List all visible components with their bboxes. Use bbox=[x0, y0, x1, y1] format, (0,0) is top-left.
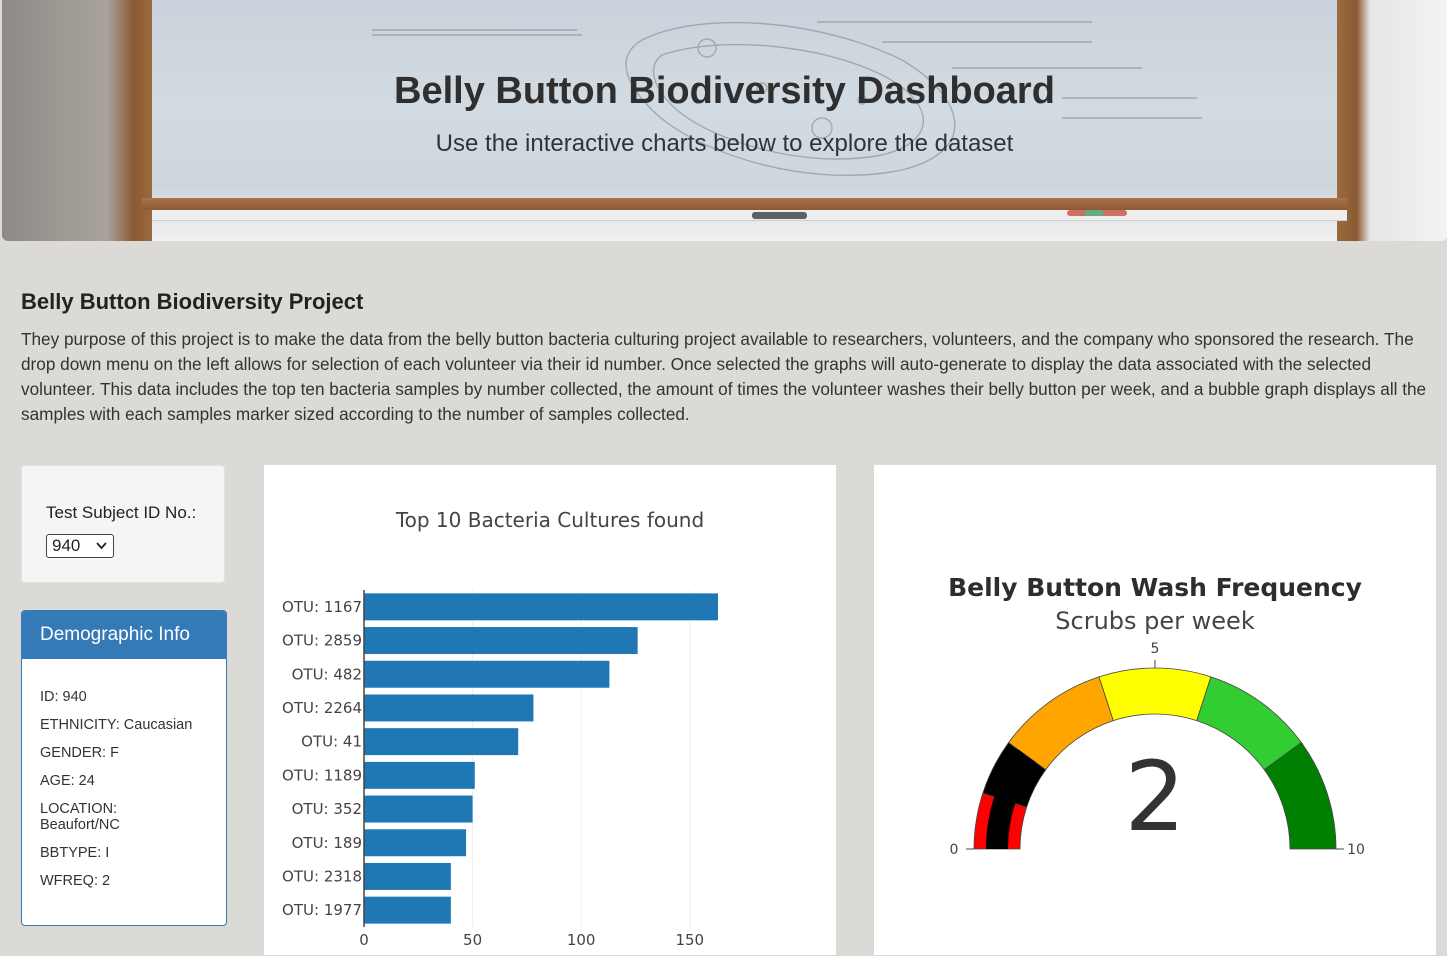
bar-chart-y-tick-label: OTU: 482 bbox=[292, 665, 362, 683]
demo-ethnicity: ETHNICITY: Caucasian bbox=[40, 717, 193, 733]
bar-chart-y-tick-label: OTU: 352 bbox=[292, 800, 362, 818]
demographic-info-heading: Demographic Info bbox=[22, 611, 226, 659]
subject-id-value: 940 bbox=[52, 536, 81, 555]
bar-chart-y-tick-label: OTU: 1167 bbox=[282, 598, 362, 616]
bar-chart-y-tick-label: OTU: 189 bbox=[292, 834, 362, 852]
bar-chart-bar[interactable] bbox=[364, 593, 718, 621]
bar-chart-bar[interactable] bbox=[364, 728, 519, 756]
gauge-tick-label: 0 bbox=[950, 842, 959, 858]
gauge-tick-label: 10 bbox=[1347, 842, 1365, 858]
demo-wfreq: WFREQ: 2 bbox=[40, 873, 111, 889]
bar-chart-x-tick-label: 0 bbox=[359, 931, 369, 949]
bar-chart-y-tick-label: OTU: 41 bbox=[301, 733, 362, 751]
gauge-value: 2 bbox=[1124, 741, 1185, 853]
bar-chart-x-tick-label: 50 bbox=[463, 931, 482, 949]
gauge-band bbox=[1098, 667, 1212, 722]
bar-chart-bar[interactable] bbox=[364, 761, 475, 789]
whiteboard-frame-bottom bbox=[142, 198, 1347, 210]
bar-chart-y-tick-label: OTU: 2264 bbox=[282, 699, 362, 717]
whiteboard-tray bbox=[152, 210, 1347, 221]
demo-location: LOCATION: Beaufort/NC bbox=[40, 801, 120, 833]
demo-age: AGE: 24 bbox=[40, 773, 95, 789]
bar-chart-bar[interactable] bbox=[364, 627, 638, 655]
demographic-info-panel: Demographic Info ID: 940 ETHNICITY: Cauc… bbox=[21, 610, 227, 926]
demographic-info-body: ID: 940 ETHNICITY: Caucasian GENDER: F A… bbox=[22, 659, 226, 889]
bar-chart-bar[interactable] bbox=[364, 694, 534, 722]
page-subtitle: Use the interactive charts below to expl… bbox=[435, 130, 1014, 157]
bar-chart-bar[interactable] bbox=[364, 862, 451, 890]
marker-image bbox=[752, 212, 807, 219]
bar-chart-bar[interactable] bbox=[364, 795, 473, 823]
project-description: They purpose of this project is to make … bbox=[21, 329, 1427, 424]
marker-image bbox=[1067, 210, 1127, 216]
subject-selector-label: Test Subject ID No.: bbox=[46, 503, 197, 522]
demo-gender: GENDER: F bbox=[40, 745, 119, 761]
chevron-down-icon bbox=[96, 535, 107, 564]
bar-chart-y-tick-label: OTU: 1977 bbox=[282, 901, 362, 919]
wash-frequency-gauge[interactable]: Belly Button Wash Frequency Scrubs per w… bbox=[874, 465, 1436, 951]
demo-id: ID: 940 bbox=[40, 689, 87, 705]
demo-bbtype: BBTYPE: I bbox=[40, 845, 110, 861]
subject-id-dropdown[interactable]: 940 bbox=[46, 534, 114, 558]
subject-selector-card: Test Subject ID No.: 940 bbox=[21, 465, 225, 583]
bar-chart-y-tick-label: OTU: 2859 bbox=[282, 632, 362, 650]
bar-chart-x-tick-label: 100 bbox=[567, 931, 596, 949]
gauge-subtitle: Scrubs per week bbox=[1055, 607, 1255, 635]
page-title: Belly Button Biodiversity Dashboard bbox=[394, 70, 1055, 112]
bar-chart-y-tick-label: OTU: 1189 bbox=[282, 766, 362, 784]
bar-chart-y-tick-label: OTU: 2318 bbox=[282, 867, 362, 885]
bar-chart-panel: Top 10 Bacteria Cultures found OTU: 1167… bbox=[264, 465, 836, 955]
hero-banner: Belly Button Biodiversity Dashboard Use … bbox=[2, 0, 1447, 241]
project-title: Belly Button Biodiversity Project bbox=[21, 289, 364, 314]
bar-chart-title: Top 10 Bacteria Cultures found bbox=[395, 508, 704, 532]
bar-chart-bar[interactable] bbox=[364, 896, 451, 924]
gauge-tick-label: 5 bbox=[1151, 641, 1160, 657]
top-10-bar-chart[interactable]: Top 10 Bacteria Cultures found OTU: 1167… bbox=[264, 465, 836, 951]
bar-chart-bar[interactable] bbox=[364, 660, 610, 688]
gauge-chart-panel: Belly Button Wash Frequency Scrubs per w… bbox=[874, 465, 1436, 955]
bar-chart-bar[interactable] bbox=[364, 829, 467, 857]
gauge-title: Belly Button Wash Frequency bbox=[948, 573, 1362, 602]
bar-chart-x-tick-label: 150 bbox=[675, 931, 704, 949]
